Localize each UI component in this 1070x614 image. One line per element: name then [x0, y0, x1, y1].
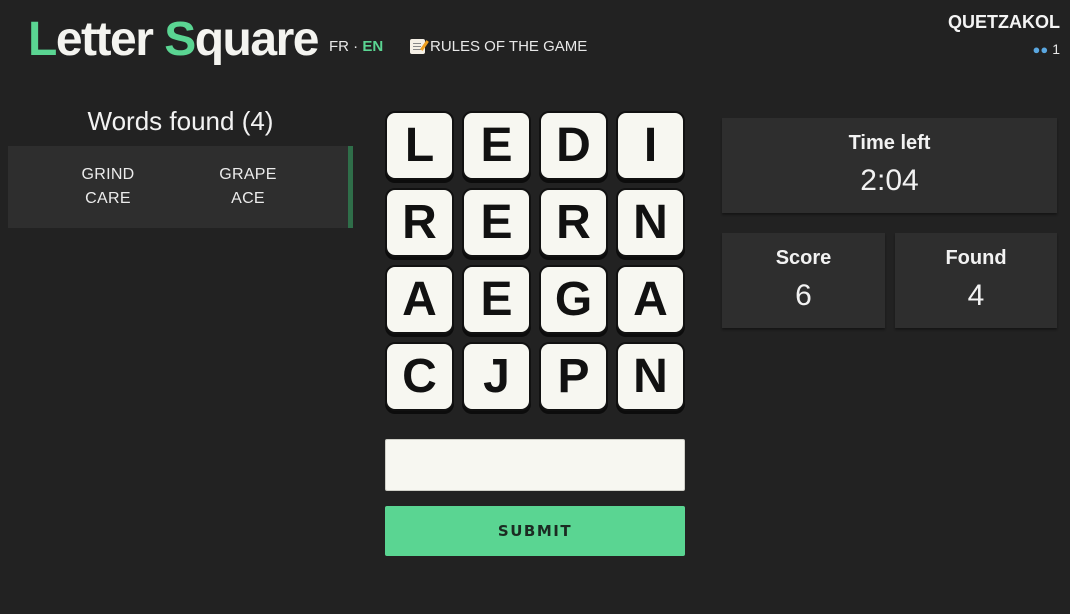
letter-board: L E D I R E R N A E G A C J P N	[385, 111, 685, 411]
letter-tile[interactable]: I	[616, 111, 685, 180]
found-card: Found 4	[895, 233, 1057, 328]
people-icon: ●●	[1032, 41, 1049, 57]
word-input[interactable]	[385, 439, 685, 491]
found-word: ACE	[231, 190, 265, 207]
words-found-list: GRIND GRAPE CARE ACE	[8, 146, 353, 228]
time-left-card: Time left 2:04	[722, 118, 1057, 213]
letter-tile[interactable]: R	[385, 188, 454, 257]
letter-tile[interactable]: P	[539, 342, 608, 411]
found-word: CARE	[85, 190, 131, 207]
score-label: Score	[775, 247, 832, 269]
time-left-label: Time left	[848, 132, 931, 154]
letter-tile[interactable]: A	[385, 265, 454, 334]
logo-word-quare: quare	[194, 13, 320, 66]
submit-button[interactable]: SUBMIT	[385, 506, 685, 556]
letter-tile[interactable]: C	[385, 342, 454, 411]
language-switcher: FR · EN	[329, 38, 383, 55]
letter-tile[interactable]: N	[616, 188, 685, 257]
found-word: GRAPE	[219, 166, 277, 183]
lang-separator: ·	[353, 38, 359, 55]
rules-link[interactable]: RULES OF THE GAME	[410, 38, 587, 55]
lang-en-link[interactable]: EN	[362, 38, 383, 55]
memo-icon	[410, 39, 425, 54]
found-word: GRIND	[81, 166, 135, 183]
logo-initial-s: S	[164, 13, 196, 66]
letter-tile[interactable]: A	[616, 265, 685, 334]
letter-tile[interactable]: R	[539, 188, 608, 257]
letter-tile[interactable]: G	[539, 265, 608, 334]
letter-tile[interactable]: E	[462, 265, 531, 334]
rules-label: RULES OF THE GAME	[430, 38, 588, 55]
words-found-title: Words found (4)	[87, 106, 274, 136]
players-count: 1	[1052, 41, 1060, 57]
letter-tile[interactable]: N	[616, 342, 685, 411]
score-value: 6	[795, 279, 812, 312]
letter-tile[interactable]: L	[385, 111, 454, 180]
logo-word-etter: etter	[55, 13, 154, 66]
found-value: 4	[967, 279, 985, 312]
found-label: Found	[945, 247, 1007, 269]
user-panel: QUETZAKOL ●● 1	[948, 12, 1060, 57]
lang-fr-link[interactable]: FR	[329, 38, 349, 55]
letter-tile[interactable]: E	[462, 111, 531, 180]
letter-tile[interactable]: J	[462, 342, 531, 411]
letter-tile[interactable]: D	[539, 111, 608, 180]
username: QUETZAKOL	[948, 12, 1060, 32]
logo[interactable]: Letter Square	[28, 13, 320, 66]
logo-initial-l: L	[28, 13, 57, 66]
score-card: Score 6	[722, 233, 885, 328]
time-left-value: 2:04	[860, 164, 919, 197]
players-online: ●● 1	[948, 41, 1060, 57]
letter-tile[interactable]: E	[462, 188, 531, 257]
